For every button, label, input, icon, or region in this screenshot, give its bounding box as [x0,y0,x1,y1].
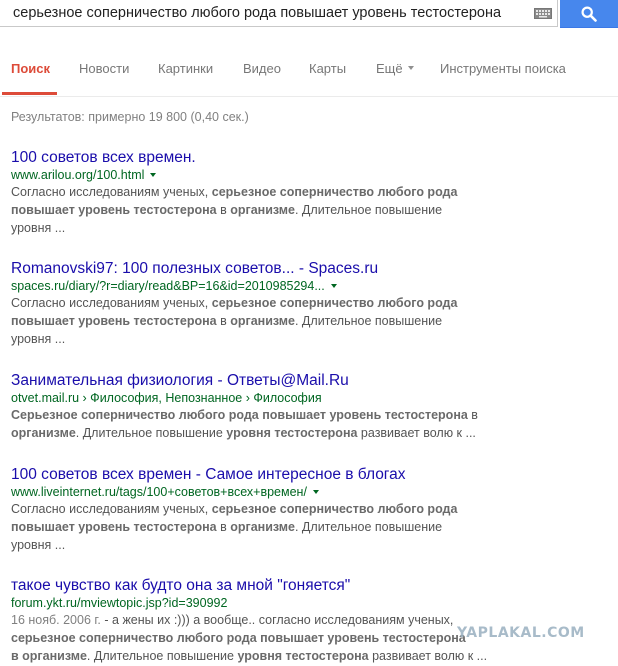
tab-maps[interactable]: Карты [309,61,346,76]
chevron-down-icon [407,65,414,70]
result-url-text: www.liveinternet.ru/tags/100+советов+все… [11,485,307,499]
snippet-text: в [216,314,231,328]
snippet-highlight: уровня тестостерона [226,426,358,440]
snippet-text: уровня ... [11,332,66,346]
result-snippet: 16 нояб. 2006 г. - а жены их :))) а вооб… [11,611,491,665]
result-url-text: www.arilou.org/100.html [11,168,145,182]
tab-search-tools[interactable]: Инструменты поиска [440,61,566,76]
snippet-highlight: Серьезное соперничество любого рода повы… [11,408,468,422]
snippet-text: уровня ... [11,221,66,235]
snippet-text: в [467,408,478,422]
keyboard-icon[interactable] [534,8,552,19]
snippet-highlight: повышает уровень тестостерона [11,520,217,534]
snippet-text: - а жены их :))) а вообще.. согласно исс… [100,613,454,627]
snippet-text: Согласно исследованиям ученых, [11,502,212,516]
result-stats: Результатов: примерно 19 800 (0,40 сек.) [11,110,249,124]
result-title-link[interactable]: Romanovski97: 100 полезных советов... - … [11,259,491,278]
tab-images[interactable]: Картинки [158,61,213,76]
tab-search[interactable]: Поиск [11,61,50,76]
snippet-text: . Длительное повышение [294,314,443,328]
search-result: Romanovski97: 100 полезных советов... - … [11,259,491,348]
snippet-text: . Длительное повышение [294,203,443,217]
result-title-link[interactable]: 100 советов всех времен. [11,148,491,167]
result-url: otvet.mail.ru › Философия, Непознанное ›… [11,391,322,405]
watermark-logo: YAPLAKAL.COM [457,625,585,641]
snippet-highlight: организме [230,520,295,534]
result-snippet: Серьезное соперничество любого рода повы… [11,406,491,442]
url-dropdown-arrow-icon[interactable] [330,283,337,288]
snippet-text: . Длительное повышение [294,520,443,534]
snippet-highlight: серьезное соперничество любого рода [211,185,458,199]
search-result: Занимательная физиология - Ответы@Mail.R… [11,371,491,442]
snippet-text: . Длительное повышение [75,426,227,440]
result-title-link[interactable]: такое чувство как будто она за мной "гон… [11,576,491,595]
snippet-highlight: организме [230,314,295,328]
result-url: forum.ykt.ru/mviewtopic.jsp?id=390992 [11,596,228,610]
url-dropdown-arrow-icon[interactable] [312,489,319,494]
snippet-text: Согласно исследованиям ученых, [11,185,212,199]
magnifier-icon [581,6,597,22]
result-url: www.arilou.org/100.html [11,167,491,183]
result-snippet: Согласно исследованиям ученых, серьезное… [11,183,491,237]
search-result: 100 советов всех времен. www.arilou.org/… [11,148,491,237]
result-url-text: spaces.ru/diary/?r=diary/read&BP=16&id=2… [11,279,325,293]
snippet-text: в [216,203,231,217]
snippet-text: . Длительное повышение [86,649,238,663]
snippet-highlight: серьезное соперничество любого рода [211,296,458,310]
tab-video[interactable]: Видео [243,61,281,76]
active-tab-indicator [2,92,57,95]
snippet-text: в [216,520,231,534]
result-url: spaces.ru/diary/?r=diary/read&BP=16&id=2… [11,278,491,294]
snippet-highlight: повышает уровень тестостерона [11,314,217,328]
result-date: 16 нояб. 2006 г. [11,613,101,627]
snippet-text: развивает волю к ... [357,426,476,440]
snippet-text: уровня ... [11,538,66,552]
search-input[interactable]: серьезное соперничество любого рода повы… [0,0,558,27]
tab-more[interactable]: Ещё [376,61,414,76]
tab-news[interactable]: Новости [79,61,129,76]
snippet-text: развивает волю к ... [368,649,488,663]
result-snippet: Согласно исследованиям ученых, серьезное… [11,500,491,554]
result-title-link[interactable]: 100 советов всех времен - Самое интересн… [11,465,491,484]
search-bar: серьезное соперничество любого рода повы… [0,0,618,29]
snippet-text: Согласно исследованиям ученых, [11,296,212,310]
tab-more-label: Ещё [376,61,403,76]
search-tabs: Поиск Новости Картинки Видео Карты Ещё И… [0,52,618,97]
search-result: 100 советов всех времен - Самое интересн… [11,465,491,554]
snippet-highlight: организме [230,203,295,217]
snippet-highlight: серьезное соперничество любого рода повы… [11,631,466,645]
snippet-highlight: в организме [11,649,87,663]
snippet-highlight: повышает уровень тестостерона [11,203,217,217]
result-title-link[interactable]: Занимательная физиология - Ответы@Mail.R… [11,371,491,390]
snippet-highlight: серьезное соперничество любого рода [211,502,458,516]
search-button[interactable] [560,0,618,28]
url-dropdown-arrow-icon[interactable] [150,172,157,177]
snippet-highlight: организме [11,426,76,440]
result-snippet: Согласно исследованиям ученых, серьезное… [11,294,491,348]
result-url: www.liveinternet.ru/tags/100+советов+все… [11,484,491,500]
snippet-highlight: уровня тестостерона [237,649,369,663]
search-result: такое чувство как будто она за мной "гон… [11,576,491,665]
